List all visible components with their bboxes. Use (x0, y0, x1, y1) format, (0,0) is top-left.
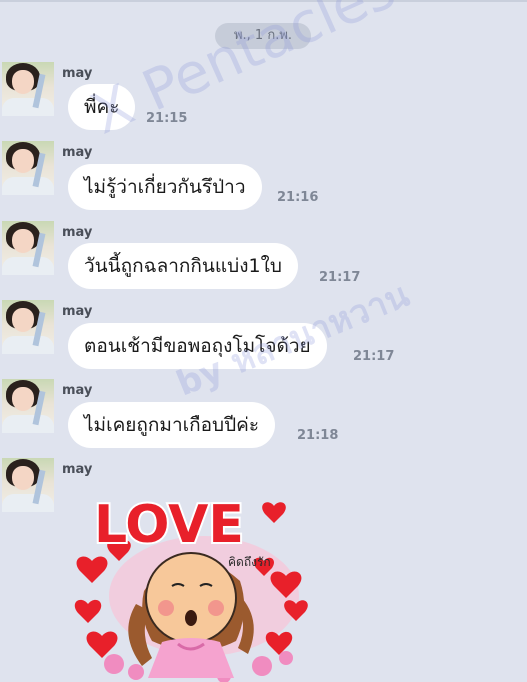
sender-name: may (62, 225, 93, 240)
message-bubble[interactable]: วันนี้ถูกฉลากกินแบ่ง1ใบ (68, 243, 298, 289)
message-time: 21:17 (319, 270, 361, 285)
avatar[interactable] (2, 62, 54, 116)
message-bubble[interactable]: ไม่รู้ว่าเกี่ยวกันรึป่าว (68, 164, 262, 210)
avatar[interactable] (2, 458, 54, 512)
message-time: 21:16 (277, 190, 319, 205)
message-bubble[interactable]: ไม่เคยถูกมาเกือบปีค่ะ (68, 402, 276, 448)
avatar[interactable] (2, 221, 54, 275)
sticker-caption: คิดถึงรัก (228, 555, 271, 569)
top-divider (0, 0, 527, 2)
sender-name: may (62, 383, 93, 398)
sender-name: may (62, 462, 93, 477)
avatar[interactable] (2, 379, 54, 433)
message-time: 21:17 (353, 349, 395, 364)
sticker-love-text: LOVE (94, 495, 244, 555)
avatar[interactable] (2, 300, 54, 354)
message-time: 21:15 (146, 111, 188, 126)
message-bubble[interactable]: ตอนเช้ามีขอพอถุงโมโจด้วย (68, 323, 327, 369)
message-time: 21:18 (297, 428, 339, 443)
avatar[interactable] (2, 141, 54, 195)
sender-name: may (62, 66, 93, 81)
love-sticker[interactable]: LOVE คิดถึงรัก (74, 486, 314, 682)
date-separator: พ., 1 ก.พ. (215, 23, 311, 49)
sender-name: may (62, 304, 93, 319)
message-bubble[interactable]: พี่คะ (68, 84, 136, 130)
sender-name: may (62, 145, 93, 160)
